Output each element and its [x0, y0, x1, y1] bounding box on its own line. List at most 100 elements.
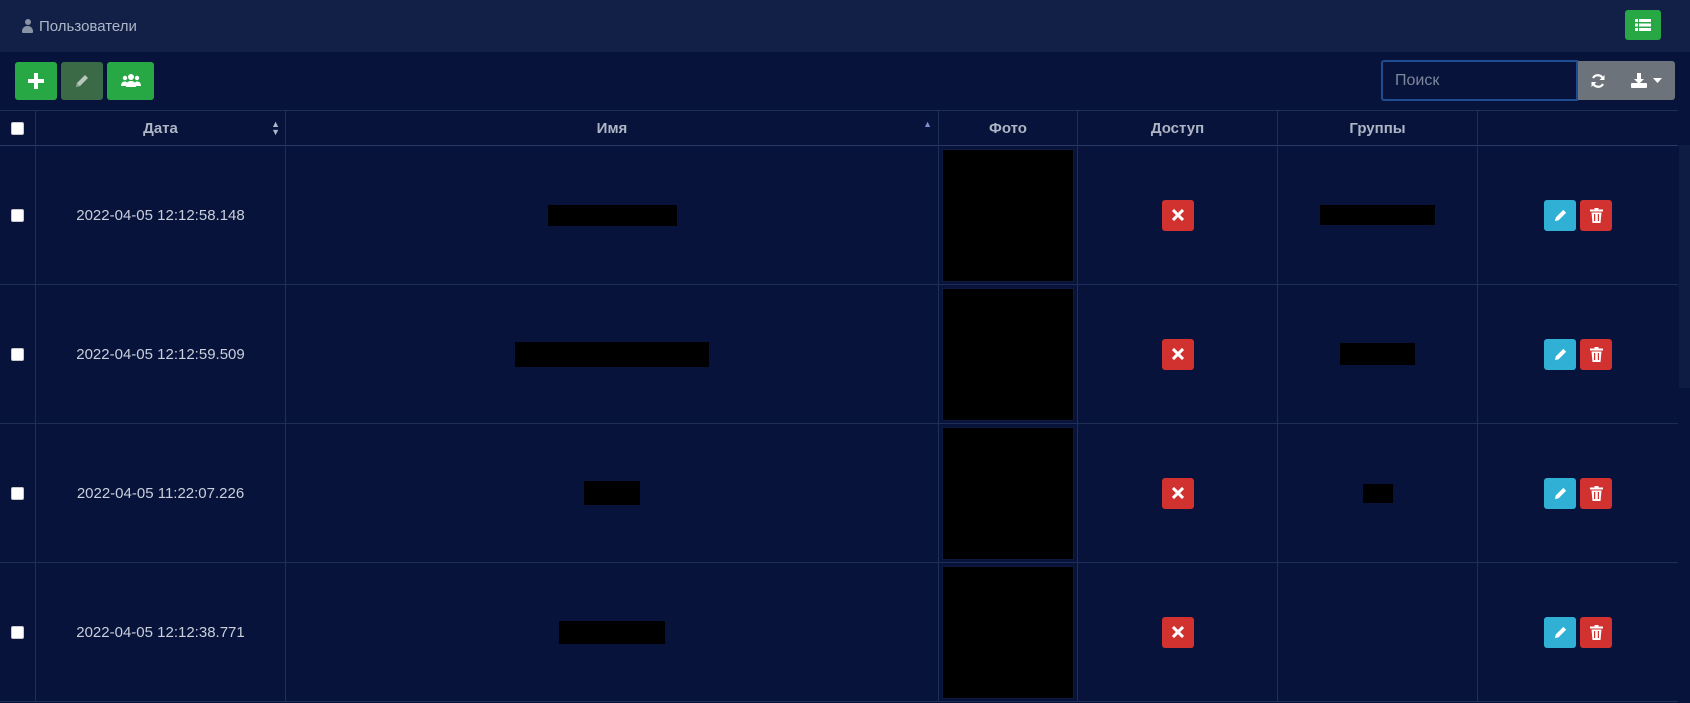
- user-photo: [942, 565, 1074, 699]
- date-cell: 2022-04-05 12:12:59.509: [36, 285, 286, 423]
- row-checkbox[interactable]: [11, 347, 24, 361]
- page-title: Пользователи: [22, 16, 137, 36]
- column-header-photo: Фото: [939, 111, 1078, 146]
- table-row: 2022-04-05 12:12:58.148: [0, 146, 1678, 285]
- date-text: 2022-04-05 12:12:59.509: [76, 345, 245, 363]
- download-icon: [1631, 73, 1647, 88]
- column-header-date-label: Дата: [143, 120, 178, 137]
- groups-cell: [1278, 146, 1478, 284]
- delete-row-button[interactable]: [1580, 199, 1612, 231]
- close-icon: [1171, 626, 1184, 638]
- access-denied-toggle[interactable]: [1161, 616, 1194, 648]
- date-cell: 2022-04-05 11:22:07.226: [36, 424, 286, 562]
- name-cell: [286, 146, 939, 284]
- groups-cell: [1278, 563, 1478, 701]
- row-checkbox[interactable]: [11, 625, 24, 639]
- delete-row-button[interactable]: [1580, 338, 1612, 370]
- menu-button[interactable]: [1625, 10, 1661, 40]
- column-header-access: Доступ: [1078, 111, 1278, 146]
- photo-cell: [939, 424, 1078, 562]
- caret-down-icon: [1653, 77, 1662, 83]
- actions-cell: [1478, 563, 1678, 701]
- sort-both-icon: ▲ ▼: [271, 119, 280, 137]
- date-text: 2022-04-05 12:12:58.148: [76, 206, 245, 224]
- edit-row-button[interactable]: [1544, 616, 1576, 648]
- list-icon: [1635, 19, 1651, 31]
- column-header-groups-label: Группы: [1349, 120, 1406, 137]
- refresh-button[interactable]: [1578, 61, 1618, 100]
- close-icon: [1171, 487, 1184, 499]
- photo-cell: [939, 146, 1078, 284]
- user-photo: [942, 148, 1074, 282]
- groups-cell: [1278, 424, 1478, 562]
- photo-cell: [939, 563, 1078, 701]
- actions-cell: [1478, 146, 1678, 284]
- actions-cell: [1478, 424, 1678, 562]
- edit-row-button[interactable]: [1544, 477, 1576, 509]
- groups-cell: [1278, 285, 1478, 423]
- redacted-groups: [1320, 205, 1435, 225]
- column-header-access-label: Доступ: [1150, 120, 1205, 137]
- select-all-checkbox[interactable]: [11, 122, 24, 135]
- pencil-icon: [76, 75, 88, 87]
- name-cell: [286, 424, 939, 562]
- column-header-name-label: Имя: [596, 120, 628, 137]
- access-cell: [1078, 285, 1278, 423]
- edit-row-button[interactable]: [1544, 338, 1576, 370]
- trash-icon: [1589, 485, 1603, 501]
- table-scrollbar[interactable]: [1679, 145, 1690, 388]
- name-cell: [286, 563, 939, 701]
- actions-cell: [1478, 285, 1678, 423]
- search-input[interactable]: [1381, 60, 1578, 101]
- table-row: 2022-04-05 12:12:59.509: [0, 285, 1678, 424]
- trash-icon: [1589, 624, 1603, 640]
- access-denied-toggle[interactable]: [1161, 338, 1194, 370]
- column-header-photo-label: Фото: [989, 120, 1027, 137]
- row-checkbox[interactable]: [11, 208, 24, 222]
- column-header-date[interactable]: Дата ▲ ▼: [36, 111, 286, 146]
- date-text: 2022-04-05 12:12:38.771: [76, 623, 245, 641]
- export-dropdown-button[interactable]: [1618, 61, 1675, 100]
- row-select-cell: [0, 285, 36, 423]
- date-text: 2022-04-05 11:22:07.226: [76, 484, 245, 502]
- access-cell: [1078, 424, 1278, 562]
- table-row: 2022-04-05 12:12:38.771: [0, 563, 1678, 702]
- redacted-name: [584, 481, 640, 505]
- redacted-name: [515, 341, 709, 367]
- redacted-name: [559, 620, 665, 644]
- user-photo: [942, 287, 1074, 421]
- add-button[interactable]: [15, 62, 57, 100]
- trash-icon: [1589, 346, 1603, 362]
- date-cell: 2022-04-05 12:12:38.771: [36, 563, 286, 701]
- row-select-cell: [0, 146, 36, 284]
- plus-icon: [28, 73, 44, 89]
- page-title-text: Пользователи: [39, 17, 137, 35]
- delete-row-button[interactable]: [1580, 616, 1612, 648]
- photo-cell: [939, 285, 1078, 423]
- select-all-cell: [0, 111, 36, 146]
- refresh-icon: [1591, 73, 1605, 88]
- column-header-name[interactable]: Имя ▲: [286, 111, 939, 146]
- trash-icon: [1589, 207, 1603, 223]
- pencil-icon: [1554, 626, 1566, 638]
- edit-row-button[interactable]: [1544, 199, 1576, 231]
- pencil-icon: [1554, 209, 1566, 221]
- sort-asc-icon: ▲: [923, 119, 932, 129]
- user-icon: [22, 19, 33, 33]
- edit-button[interactable]: [61, 62, 103, 100]
- table-header: Дата ▲ ▼ Имя ▲ Фото Доступ Группы: [0, 110, 1678, 146]
- access-cell: [1078, 146, 1278, 284]
- pencil-icon: [1554, 348, 1566, 360]
- access-denied-toggle[interactable]: [1161, 477, 1194, 509]
- row-checkbox[interactable]: [11, 486, 24, 500]
- page-header: Пользователи: [0, 0, 1690, 52]
- pencil-icon: [1554, 487, 1566, 499]
- redacted-groups: [1362, 483, 1393, 503]
- redacted-name: [547, 204, 677, 226]
- delete-row-button[interactable]: [1580, 477, 1612, 509]
- row-select-cell: [0, 563, 36, 701]
- groups-button[interactable]: [107, 62, 154, 100]
- access-denied-toggle[interactable]: [1161, 199, 1194, 231]
- column-header-actions: [1478, 111, 1678, 146]
- row-select-cell: [0, 424, 36, 562]
